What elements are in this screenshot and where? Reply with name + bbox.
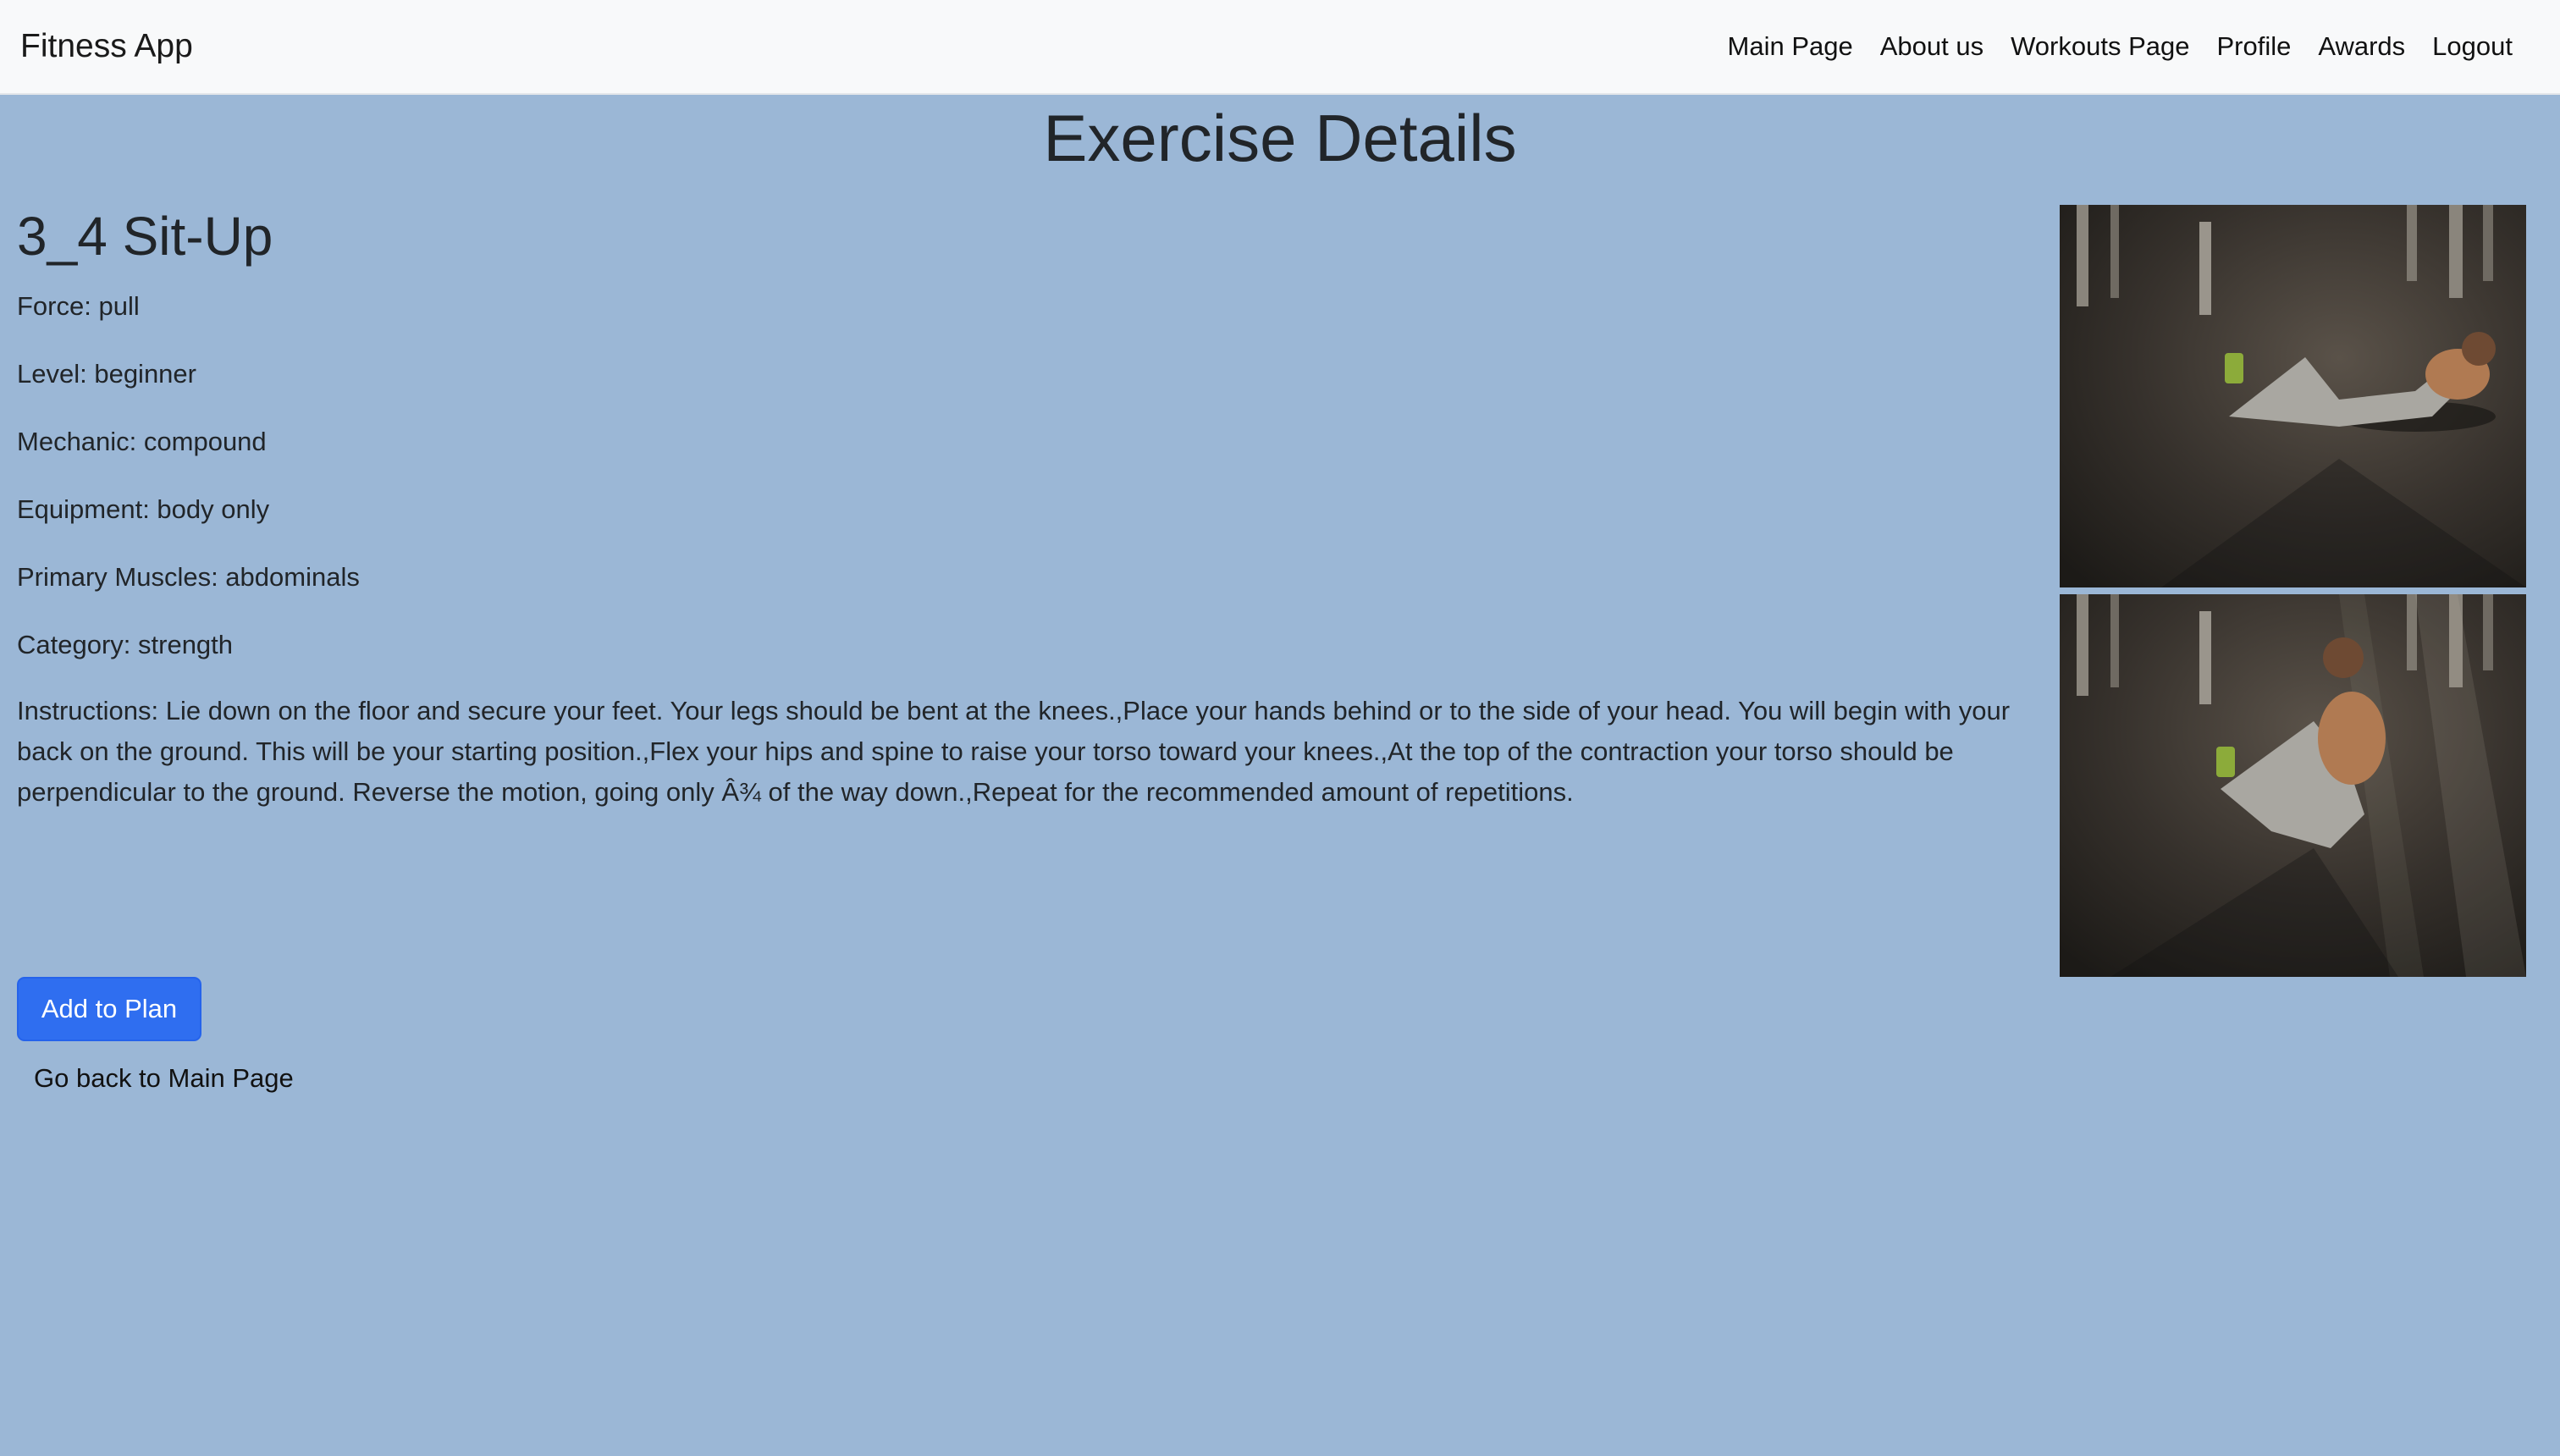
exercise-equipment: Equipment: body only (17, 494, 270, 524)
nav-link-awards[interactable]: Awards (2304, 25, 2419, 68)
exercise-category: Category: strength (17, 630, 234, 659)
nav-links: Main Page About us Workouts Page Profile… (1714, 25, 2526, 68)
exercise-name: 3_4 Sit-Up (17, 206, 273, 267)
exercise-instructions: Instructions: Lie down on the floor and … (17, 696, 2011, 807)
nav-link-profile[interactable]: Profile (2203, 25, 2304, 68)
exercise-image-start (2060, 205, 2526, 587)
brand-link[interactable]: Fitness App (20, 25, 193, 68)
exercise-primary-muscles: Primary Muscles: abdominals (17, 562, 360, 592)
exercise-force: Force: pull (17, 291, 140, 321)
navbar: Fitness App Main Page About us Workouts … (0, 0, 2560, 95)
nav-link-about-us[interactable]: About us (1867, 25, 1997, 68)
exercise-mechanic: Mechanic: compound (17, 427, 267, 456)
nav-link-main-page[interactable]: Main Page (1714, 25, 1867, 68)
page-title: Exercise Details (1043, 101, 1517, 175)
go-back-link[interactable]: Go back to Main Page (34, 1058, 294, 1099)
add-to-plan-button[interactable]: Add to Plan (17, 977, 201, 1041)
nav-link-workouts-page[interactable]: Workouts Page (1997, 25, 2203, 68)
nav-link-logout[interactable]: Logout (2419, 25, 2526, 68)
exercise-image-end (2060, 594, 2526, 977)
exercise-level: Level: beginner (17, 359, 196, 389)
